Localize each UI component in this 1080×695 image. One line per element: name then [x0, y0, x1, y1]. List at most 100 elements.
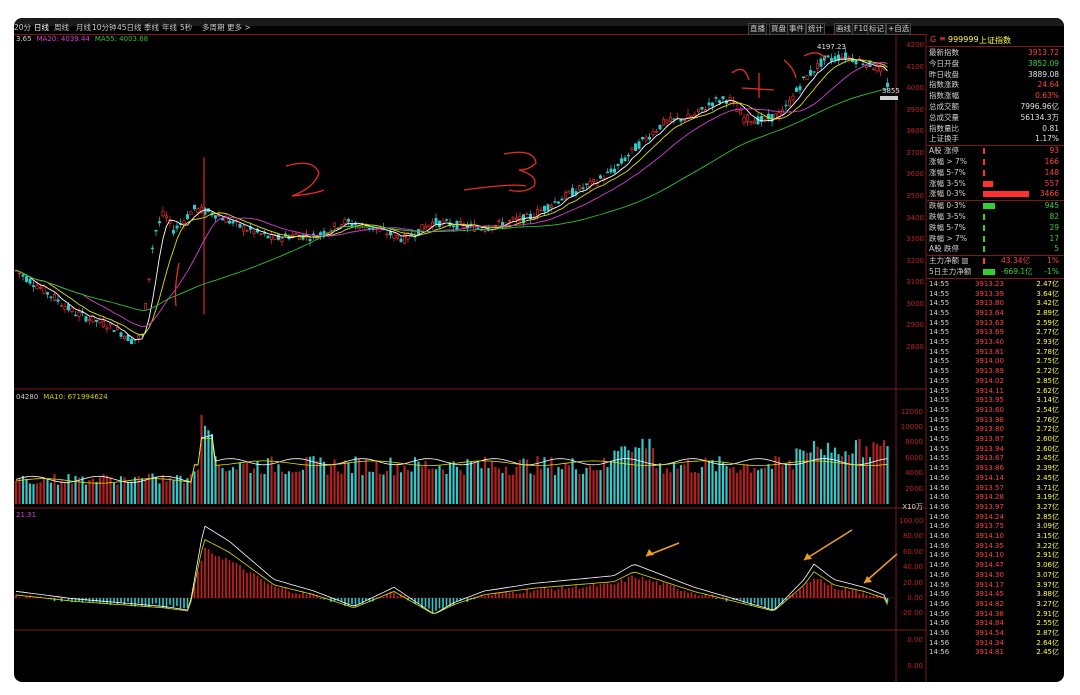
- volume-bar: [592, 470, 595, 504]
- candle: [808, 70, 812, 76]
- candle: [745, 114, 749, 122]
- tick-price: 3914.35: [975, 541, 1004, 550]
- macd-bar: [802, 587, 805, 598]
- volume-bar: [868, 457, 872, 504]
- volume-bar: [448, 462, 452, 504]
- macd-bar: [456, 598, 458, 602]
- tick-price: 3914.17: [975, 580, 1004, 589]
- volume-bar: [676, 468, 679, 504]
- macd-bar: [536, 589, 539, 598]
- macd-tick: 0.00: [907, 594, 923, 602]
- macd-bar: [550, 588, 553, 598]
- candle: [35, 285, 39, 289]
- macd-tick: 60.00: [902, 547, 923, 556]
- candle: [276, 234, 280, 240]
- macd-bar: [848, 591, 850, 598]
- tick-time: 14:56: [929, 619, 950, 628]
- macd-bar: [95, 598, 98, 603]
- macd-bar: [666, 583, 668, 598]
- ma20-line: [15, 62, 888, 328]
- tick-price: 3913.57: [975, 483, 1004, 492]
- macd-bar: [277, 588, 280, 598]
- tick-row: 14:55 3913.98 2.76亿: [929, 416, 1061, 425]
- macd-bar: [610, 583, 612, 598]
- volume-bar: [35, 483, 39, 504]
- tick-time: 14:55: [929, 338, 950, 346]
- candle: [854, 59, 858, 65]
- macd-bar: [820, 579, 822, 598]
- volume-bar: [322, 461, 326, 504]
- volume-bar: [662, 473, 665, 504]
- index-code-prefix: G: [930, 35, 937, 44]
- volume-bar: [581, 474, 585, 504]
- price-tick: 4100: [906, 62, 924, 71]
- volume-bar: [875, 443, 879, 504]
- candle: [186, 214, 190, 220]
- candle: [630, 147, 634, 150]
- candle: [196, 208, 200, 213]
- macd-bar: [256, 575, 259, 598]
- volume-ma-legend: 04280 MA10: 671994624: [16, 393, 113, 402]
- tick-amount: 2.76亿: [1036, 415, 1059, 424]
- candle: [791, 95, 795, 101]
- tick-amount: 2.62亿: [1036, 386, 1059, 395]
- candle: [819, 58, 823, 67]
- volume-bar: [56, 484, 60, 504]
- volume-bar: [406, 469, 410, 504]
- volume-bar: [707, 461, 711, 504]
- candle: [56, 299, 60, 302]
- macd-bar: [232, 562, 234, 598]
- candle: [269, 234, 273, 240]
- macd-bar: [585, 586, 588, 598]
- volume-bar: [704, 457, 707, 504]
- tick-time: 14:55: [929, 425, 950, 434]
- volume-bar: [634, 447, 637, 504]
- volume-bar: [599, 470, 602, 504]
- volume-bar: [483, 456, 487, 504]
- tick-row: 14:55 3913.81 2.78亿: [929, 348, 1061, 357]
- macd-bar: [571, 587, 574, 598]
- volume-bar: [98, 477, 102, 504]
- candle: [112, 330, 116, 332]
- volume-bar: [753, 467, 756, 504]
- breadth-value: 17: [1049, 233, 1059, 243]
- menu-icon[interactable]: ≡: [939, 34, 946, 43]
- stat-row: 指数量比 0.81: [929, 124, 1061, 134]
- candle: [266, 235, 270, 239]
- candle: [497, 220, 501, 222]
- candle: [151, 247, 155, 250]
- candle: [749, 121, 753, 124]
- volume-bar: [350, 473, 354, 504]
- volume-bar: [130, 481, 133, 504]
- volume-bar: [833, 447, 837, 504]
- tick-row: 14:55 3914.11 2.62亿: [929, 387, 1061, 396]
- breadth-label: 涨幅 0-3%: [929, 189, 966, 199]
- candle: [556, 201, 560, 204]
- candle: [52, 294, 56, 301]
- candle: [801, 76, 805, 79]
- volume-tick: 6000: [905, 453, 923, 462]
- volume-bar: [525, 459, 529, 504]
- volume-bar: [109, 477, 112, 504]
- macd-bar: [578, 589, 581, 598]
- macd-bar: [197, 571, 199, 598]
- annotation-3: [463, 151, 537, 192]
- volume-bar: [340, 473, 343, 504]
- macd-bar: [284, 588, 287, 598]
- macd-bar: [750, 598, 752, 606]
- tick-amount: 3.06亿: [1036, 561, 1059, 570]
- macd-bar: [137, 598, 140, 604]
- macd-bar: [435, 598, 437, 611]
- candle: [45, 292, 49, 295]
- tick-amount: 2.55亿: [1036, 619, 1059, 628]
- macd-bar: [267, 583, 269, 598]
- tick-price: 3914.10: [975, 532, 1004, 540]
- candle: [294, 233, 298, 235]
- candle: [77, 311, 81, 317]
- candle: [661, 118, 665, 126]
- index-code: 999999: [948, 35, 979, 44]
- tick-price: 3914.82: [975, 599, 1004, 608]
- candle: [598, 175, 602, 179]
- volume-bar: [466, 459, 469, 504]
- candle: [458, 221, 462, 224]
